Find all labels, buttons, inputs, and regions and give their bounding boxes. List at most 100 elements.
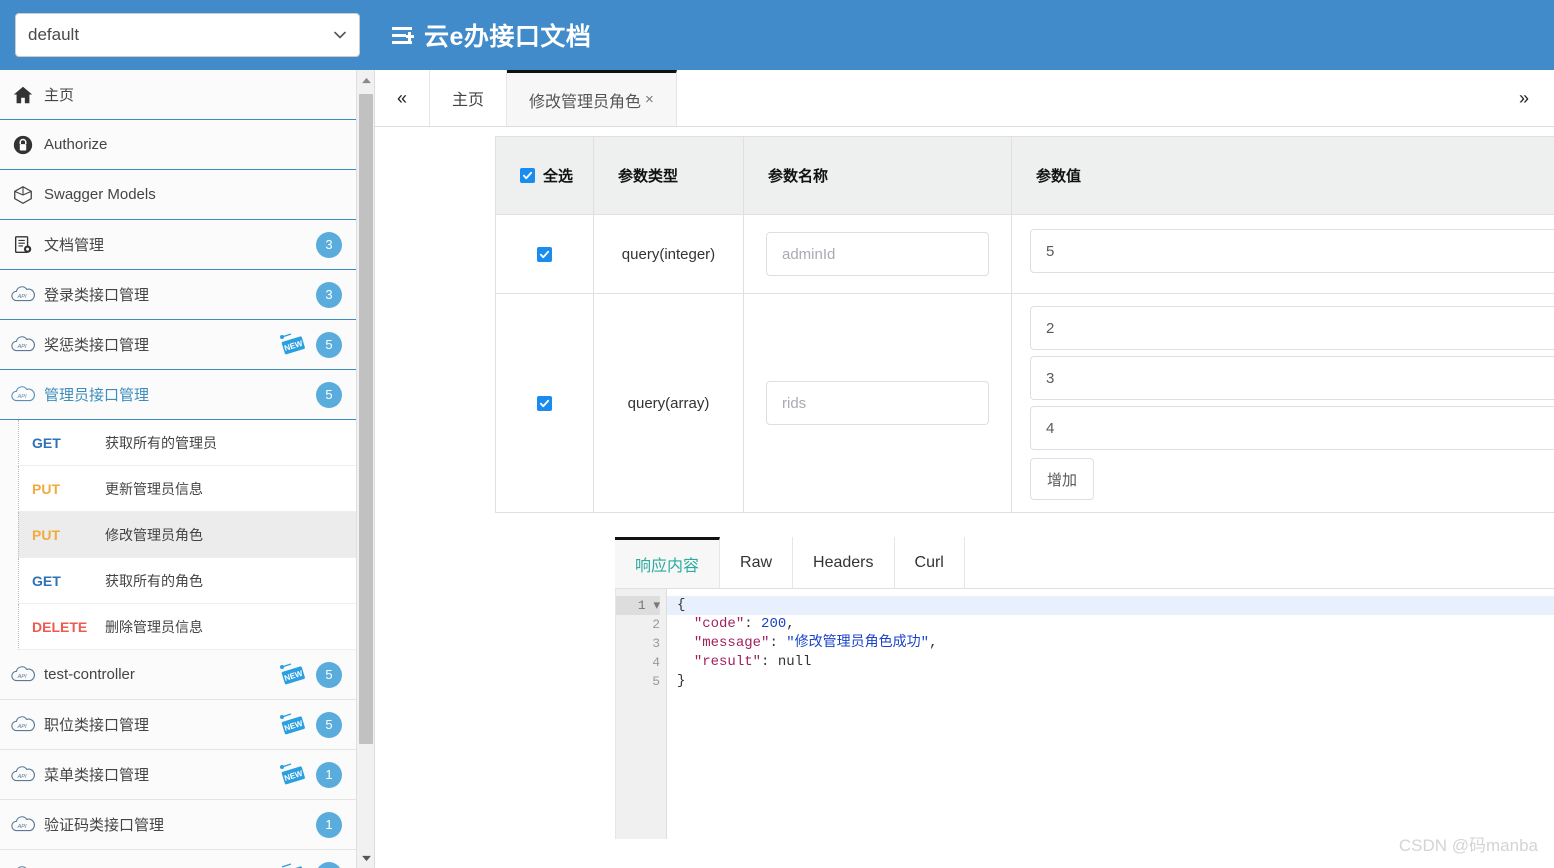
scroll-down-icon[interactable] xyxy=(357,848,374,868)
sidebar-item-partial[interactable] xyxy=(0,850,356,868)
api-row-selected[interactable]: PUT 修改管理员角色 xyxy=(18,512,356,558)
json-value-code: 200 xyxy=(761,616,787,632)
tab-bar: « 主页 修改管理员角色 × » xyxy=(375,70,1554,127)
sidebar-item-position-api[interactable]: API 职位类接口管理 NEW 5 xyxy=(0,700,356,750)
param-value-row: 5 xyxy=(1030,229,1554,273)
sidebar-item-admin-api[interactable]: API 管理员接口管理 5 xyxy=(0,370,356,420)
tab-label: 主页 xyxy=(452,92,485,109)
sidebar-item-reward-api[interactable]: API 奖惩类接口管理 NEW 5 xyxy=(0,320,356,370)
sidebar-item-login-api[interactable]: API 登录类接口管理 3 xyxy=(0,270,356,320)
sidebar-item-label: 验证码类接口管理 xyxy=(44,817,165,834)
chevron-down-icon xyxy=(334,29,346,41)
tab-response-body[interactable]: 响应内容 xyxy=(615,537,721,588)
sidebar-item-label: 职位类接口管理 xyxy=(44,717,150,734)
th-select-all: 全选 xyxy=(495,136,594,215)
new-badge-icon: NEW xyxy=(276,712,310,738)
sidebar-item-swagger-models[interactable]: Swagger Models xyxy=(0,170,356,220)
group-select-value[interactable]: default xyxy=(15,13,360,57)
param-value-input[interactable]: 4 xyxy=(1030,406,1554,450)
page-title: 云e办接口文档 xyxy=(424,23,592,51)
svg-text:API: API xyxy=(17,293,27,299)
json-value-result: null xyxy=(777,654,812,670)
api-name: 更新管理员信息 xyxy=(105,480,203,497)
api-cloud-icon: API xyxy=(8,815,38,835)
th-param-type: 参数类型 xyxy=(593,136,744,215)
select-all-checkbox[interactable] xyxy=(520,168,535,183)
watermark: CSDN @码manba xyxy=(1398,836,1538,855)
topbar-left: default xyxy=(0,0,375,70)
api-cloud-icon: API xyxy=(8,285,38,305)
api-row[interactable]: DELETE 删除管理员信息 xyxy=(18,604,356,650)
sidebar-item-home[interactable]: 主页 xyxy=(0,70,356,120)
sidebar-item-label: 奖惩类接口管理 xyxy=(44,337,150,354)
param-name-cell: adminId xyxy=(743,214,1012,294)
row-checkbox[interactable] xyxy=(537,396,552,412)
api-cloud-icon: API xyxy=(8,385,38,405)
sidebar-scrollbar[interactable] xyxy=(356,70,374,868)
param-value-input[interactable]: 3 xyxy=(1030,356,1554,400)
tab-raw[interactable]: Raw xyxy=(720,537,794,588)
sidebar-item-badge: 1 xyxy=(316,761,342,788)
api-row[interactable]: GET 获取所有的角色 xyxy=(18,558,356,604)
sidebar-item-label: test-controller xyxy=(44,666,135,683)
json-value-message: "修改管理员角色成功" xyxy=(786,635,930,651)
svg-text:API: API xyxy=(17,773,27,779)
th-param-value: 参数值 xyxy=(1011,136,1554,215)
param-type: query(integer) xyxy=(593,214,744,294)
json-key-message: "message" xyxy=(693,635,770,651)
api-row[interactable]: GET 获取所有的管理员 xyxy=(18,420,356,466)
app-header: 云e办接口文档 xyxy=(375,0,1554,70)
sidebar-item-label: Swagger Models xyxy=(44,186,156,203)
api-method: DELETE xyxy=(32,618,88,635)
api-row[interactable]: PUT 更新管理员信息 xyxy=(18,466,356,512)
row-checkbox-cell xyxy=(495,214,594,294)
add-value-button[interactable]: 增加 xyxy=(1030,458,1095,500)
json-brace-close: } xyxy=(677,673,686,689)
collapse-sidebar-button[interactable]: « xyxy=(375,70,430,126)
param-name-input[interactable]: adminId xyxy=(766,232,989,276)
api-name: 获取所有的角色 xyxy=(105,572,203,589)
tab-home[interactable]: 主页 xyxy=(430,70,508,126)
group-select[interactable]: default xyxy=(15,13,360,57)
models-icon xyxy=(8,184,38,206)
param-value-input[interactable]: 2 xyxy=(1030,306,1554,350)
sidebar-scroll: 主页 Authorize Swagger Models 文档管理 3 API 登… xyxy=(0,70,356,868)
svg-text:API: API xyxy=(17,393,27,399)
api-cloud-icon: API xyxy=(8,765,38,785)
row-checkbox[interactable] xyxy=(537,247,552,263)
svg-text:API: API xyxy=(17,673,27,679)
sidebar-item-badge: 3 xyxy=(316,281,342,308)
sidebar-item-captcha-api[interactable]: API 验证码类接口管理 1 xyxy=(0,800,356,850)
line-number: 1 ▾ xyxy=(616,596,660,615)
close-icon[interactable]: × xyxy=(645,91,654,108)
sidebar-item-doc-manage[interactable]: 文档管理 3 xyxy=(0,220,356,270)
tab-edit-admin-role[interactable]: 修改管理员角色 × xyxy=(507,70,677,126)
api-cloud-icon: API xyxy=(8,335,38,355)
param-name-input[interactable]: rids xyxy=(766,381,989,425)
sidebar-item-test-controller[interactable]: API test-controller NEW 5 xyxy=(0,650,356,700)
api-method: GET xyxy=(32,572,61,589)
api-name: 修改管理员角色 xyxy=(105,526,203,543)
tab-headers[interactable]: Headers xyxy=(793,537,895,588)
table-header-row: 全选 参数类型 参数名称 参数值 xyxy=(495,136,1554,215)
params-table: 全选 参数类型 参数名称 参数值 query(integer) adminId … xyxy=(495,136,1554,513)
expand-button[interactable]: » xyxy=(1494,70,1554,126)
line-number: 2 xyxy=(652,617,660,632)
sidebar-item-menu-api[interactable]: API 菜单类接口管理 NEW 1 xyxy=(0,750,356,800)
sidebar-item-label: 管理员接口管理 xyxy=(44,387,150,404)
tab-spacer xyxy=(677,70,1494,126)
lock-icon xyxy=(8,134,38,156)
sidebar-item-authorize[interactable]: Authorize xyxy=(0,120,356,170)
param-value-cell: 5 xyxy=(1011,214,1554,294)
param-value-cell: 2 3 - 4 - 增加 xyxy=(1011,293,1554,513)
tab-curl[interactable]: Curl xyxy=(894,537,965,588)
new-badge-icon xyxy=(276,862,310,868)
response-json[interactable]: { "code": 200, "message": "修改管理员角色成功", "… xyxy=(666,589,1554,839)
api-cloud-icon xyxy=(8,865,38,868)
scrollbar-thumb[interactable] xyxy=(359,94,373,744)
scroll-up-icon[interactable] xyxy=(357,70,374,90)
param-value-input[interactable]: 5 xyxy=(1030,229,1554,273)
params-panel: 全选 参数类型 参数名称 参数值 query(integer) adminId … xyxy=(375,136,1554,839)
home-icon xyxy=(8,84,38,106)
sidebar-item-badge: 5 xyxy=(316,331,342,358)
